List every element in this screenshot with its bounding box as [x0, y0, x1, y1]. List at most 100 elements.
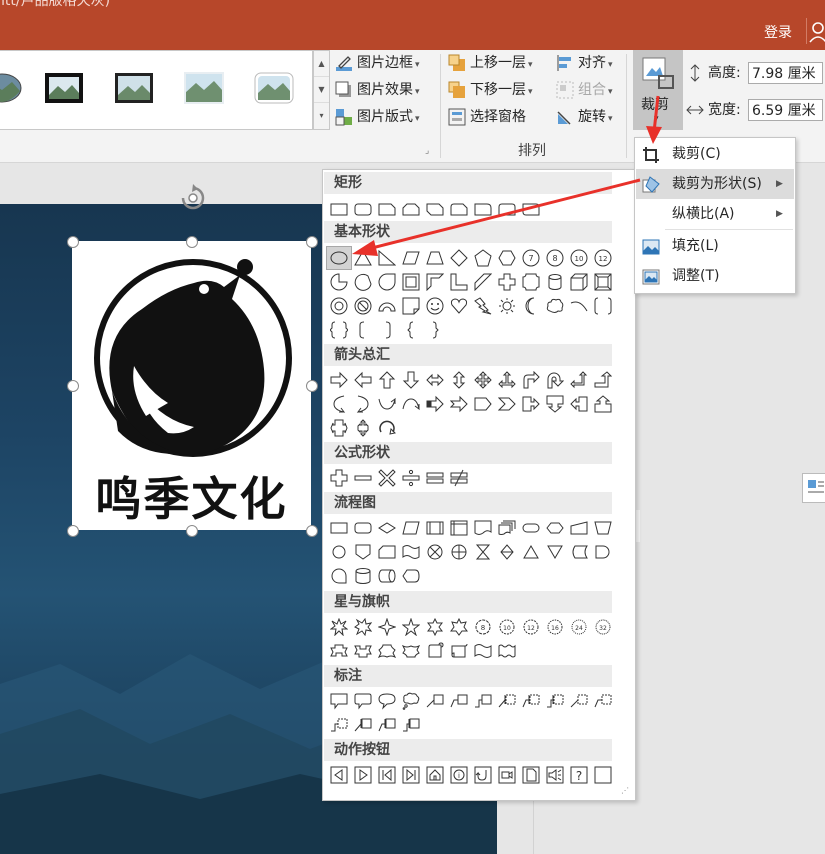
shape-math-plus[interactable]	[327, 467, 351, 489]
shape-callout-line-3[interactable]	[471, 690, 495, 712]
shape-double-wave[interactable]	[495, 640, 519, 662]
shape-explosion-2[interactable]	[351, 616, 375, 638]
shape-star-7[interactable]	[447, 616, 471, 638]
shape-right-arrow[interactable]	[327, 369, 351, 391]
shape-action-custom[interactable]	[591, 764, 615, 786]
shape-callout-border-2[interactable]	[591, 690, 615, 712]
dialog-launcher-icon[interactable]: ⌟	[425, 146, 429, 156]
shape-bent-arrow[interactable]	[519, 369, 543, 391]
shape-quad-arrow[interactable]	[471, 369, 495, 391]
shape-action-movie[interactable]	[495, 764, 519, 786]
shape-action-sound[interactable]	[543, 764, 567, 786]
shape-can[interactable]	[543, 271, 567, 293]
picture-style-soft-edge[interactable]	[184, 71, 224, 105]
menu-item-fill[interactable]: 填充(L)	[636, 231, 794, 261]
menu-item-fit[interactable]: 调整(T)	[636, 261, 794, 291]
shape-ribbon-up[interactable]	[327, 640, 351, 662]
gallery-scroll[interactable]: ▲ ▼ ▾	[313, 50, 330, 130]
shape-flow-document[interactable]	[471, 517, 495, 539]
shape-callout-accent-border-3[interactable]	[399, 714, 423, 736]
shape-donut[interactable]	[327, 295, 351, 317]
shape-callout-accent-2[interactable]	[519, 690, 543, 712]
shape-callout-oval[interactable]	[375, 690, 399, 712]
shape-half-frame[interactable]	[423, 271, 447, 293]
picture-layout-button[interactable]: 图片版式 ▾	[335, 106, 420, 128]
shape-snip-corner[interactable]	[375, 198, 399, 220]
shape-lightning[interactable]	[471, 295, 495, 317]
user-icon[interactable]	[806, 18, 825, 44]
shape-folded-corner[interactable]	[399, 295, 423, 317]
shape-up-arrow-callout[interactable]	[591, 393, 615, 415]
shape-horizontal-scroll[interactable]	[447, 640, 471, 662]
resize-grip-icon[interactable]: ⋰	[621, 786, 629, 795]
shape-star-24[interactable]: 24	[567, 616, 591, 638]
picture-border-button[interactable]: 图片边框 ▾	[335, 52, 420, 74]
shape-ribbon-down[interactable]	[351, 640, 375, 662]
shape-l-shape[interactable]	[447, 271, 471, 293]
shape-left-right-arrow[interactable]	[423, 369, 447, 391]
shape-action-home[interactable]	[423, 764, 447, 786]
shape-callout-border-1[interactable]	[567, 690, 591, 712]
shape-no-symbol[interactable]	[351, 295, 375, 317]
resize-handle[interactable]	[306, 236, 318, 248]
shape-math-not-equal[interactable]	[447, 467, 471, 489]
shape-star-16[interactable]: 16	[543, 616, 567, 638]
resize-handle[interactable]	[186, 236, 198, 248]
picture-style-thick-frame[interactable]	[44, 71, 84, 105]
shape-decagon[interactable]: 10	[567, 247, 591, 269]
gallery-more-icon[interactable]: ▾	[314, 103, 329, 128]
shape-flow-magnetic-disk[interactable]	[351, 565, 375, 587]
shape-flow-merge[interactable]	[543, 541, 567, 563]
shape-callout-rect[interactable]	[327, 690, 351, 712]
shape-star-4[interactable]	[375, 616, 399, 638]
resize-handle[interactable]	[306, 525, 318, 537]
shape-right-triangle[interactable]	[375, 247, 399, 269]
shape-flow-extract[interactable]	[519, 541, 543, 563]
resize-handle[interactable]	[67, 380, 79, 392]
shape-arc[interactable]	[567, 295, 591, 317]
shape-flow-display[interactable]	[399, 565, 423, 587]
shape-parallelogram[interactable]	[399, 247, 423, 269]
shape-flow-preparation[interactable]	[543, 517, 567, 539]
shape-flow-manual-input[interactable]	[567, 517, 591, 539]
selection-pane-button[interactable]: 选择窗格	[448, 106, 526, 128]
shape-cube[interactable]	[567, 271, 591, 293]
shape-notched-right-arrow[interactable]	[447, 393, 471, 415]
shape-curved-ribbon-down[interactable]	[399, 640, 423, 662]
group-button[interactable]: 组合 ▾	[556, 79, 613, 101]
shape-left-brace[interactable]	[399, 319, 423, 341]
shape-flow-predefined[interactable]	[423, 517, 447, 539]
gallery-down-icon[interactable]: ▼	[314, 77, 329, 103]
shape-left-bracket[interactable]	[351, 319, 375, 341]
shape-plus[interactable]	[495, 271, 519, 293]
login-link[interactable]: 登录	[764, 22, 792, 42]
gallery-up-icon[interactable]: ▲	[314, 51, 329, 77]
shape-cloud[interactable]	[543, 295, 567, 317]
shape-action-end[interactable]	[399, 764, 423, 786]
shape-flow-punched-tape[interactable]	[399, 541, 423, 563]
shape-u-turn-arrow[interactable]	[543, 369, 567, 391]
shape-up-arrow[interactable]	[375, 369, 399, 391]
shape-flow-card[interactable]	[375, 541, 399, 563]
shape-flow-offpage[interactable]	[351, 541, 375, 563]
shape-chord[interactable]	[351, 271, 375, 293]
shape-callout-line-1[interactable]	[423, 690, 447, 712]
shape-hexagon[interactable]	[495, 247, 519, 269]
shape-double-brace[interactable]	[327, 319, 351, 341]
shape-left-right-up-arrow[interactable]	[495, 369, 519, 391]
shape-rounded-rect[interactable]	[351, 198, 375, 220]
shape-math-equal[interactable]	[423, 467, 447, 489]
shape-star-10[interactable]: 10	[495, 616, 519, 638]
shape-callout-accent-1[interactable]	[495, 690, 519, 712]
shape-action-back[interactable]	[327, 764, 351, 786]
shape-flow-stored-data[interactable]	[567, 541, 591, 563]
shape-flow-sort[interactable]	[495, 541, 519, 563]
shape-oval[interactable]	[326, 246, 352, 270]
shape-star-8[interactable]: 8	[471, 616, 495, 638]
shape-quad-arrow-callout[interactable]	[351, 417, 375, 439]
layout-options-icon[interactable]	[802, 473, 825, 503]
shape-curved-ribbon-up[interactable]	[375, 640, 399, 662]
shape-callout-accent-3[interactable]	[543, 690, 567, 712]
bring-forward-button[interactable]: 上移一层 ▾	[448, 52, 533, 74]
picture-style-oval[interactable]	[0, 71, 22, 105]
